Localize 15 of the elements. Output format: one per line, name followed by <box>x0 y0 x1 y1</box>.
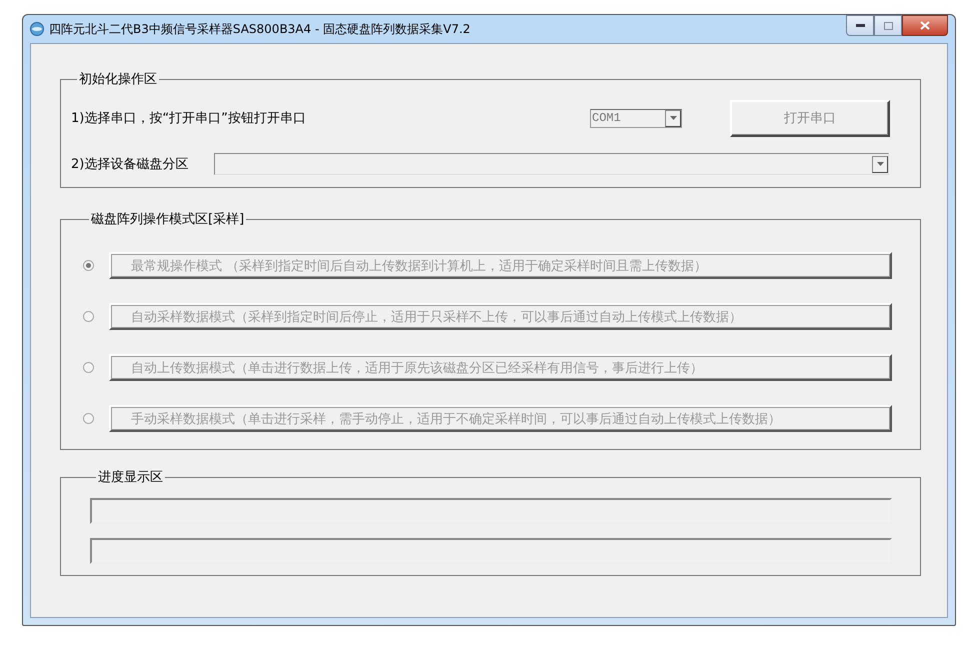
group-title: 磁盘阵列操作模式区[采样] <box>90 211 246 228</box>
caret-icon <box>670 116 676 120</box>
group-title: 进度显示区 <box>97 469 164 486</box>
maximize-icon <box>884 22 892 30</box>
minimize-button[interactable] <box>846 15 874 36</box>
maximize-button[interactable] <box>874 15 902 36</box>
close-button[interactable] <box>902 15 948 36</box>
window-title: 四阵元北斗二代B3中频信号采样器SAS800B3A4 - 固态硬盘阵列数据采集V7.2 <box>49 20 470 38</box>
step-label: 1)选择串口，按“打开串口”按钮打开串口 <box>71 110 306 127</box>
globe-icon <box>30 22 44 36</box>
caret-icon <box>876 162 884 166</box>
minimize-icon <box>856 24 864 27</box>
group-title: 初始化操作区 <box>78 71 158 88</box>
step-label: 2)选择设备磁盘分区 <box>71 156 188 173</box>
close-icon <box>920 21 930 30</box>
